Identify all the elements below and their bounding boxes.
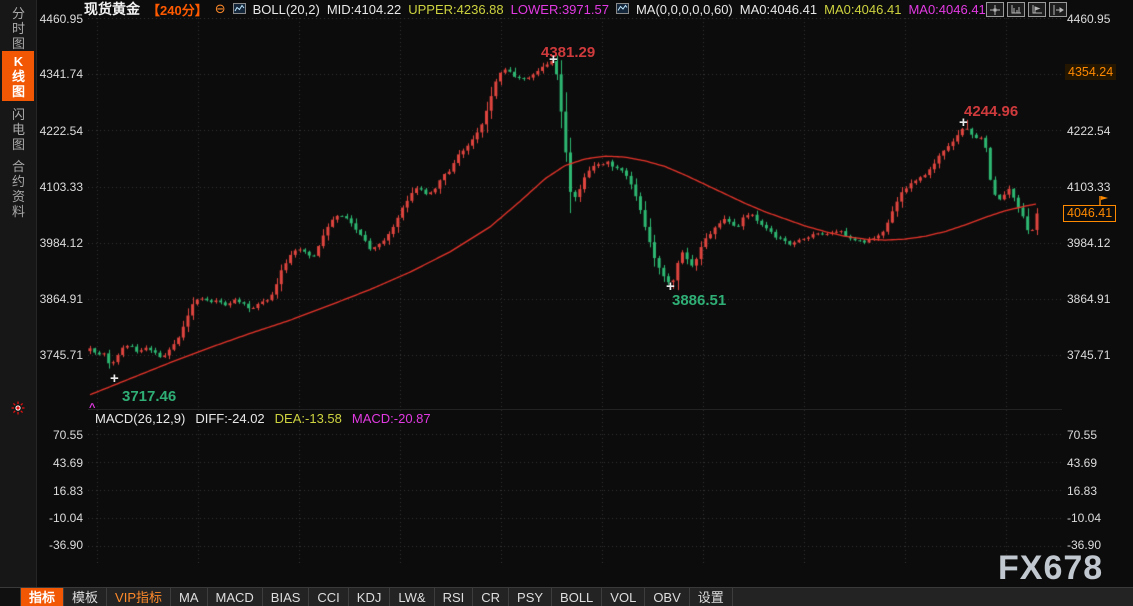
y-tick-macd-left: -10.04 — [36, 511, 83, 525]
y-tick-left: 3745.71 — [36, 348, 83, 362]
trough-cross-marker-icon: + — [666, 278, 675, 295]
tab-ma[interactable]: MA — [171, 588, 208, 606]
ma-legend-icon[interactable] — [616, 2, 629, 17]
peak-cross-marker-icon: + — [549, 51, 558, 68]
ma3-value: MA0:4046.41 — [908, 2, 985, 17]
tab-cci[interactable]: CCI — [309, 588, 348, 606]
y-tick-macd-right: -10.04 — [1067, 511, 1129, 525]
y-tick-left: 3864.91 — [36, 292, 83, 306]
pan-crosshair-icon[interactable] — [986, 2, 1004, 17]
macd-macd-value: MACD:-20.87 — [352, 411, 431, 426]
indicator-header-bar: 现货黄金 【240分】 ⊖ BOLL(20,2) MID:4104.22 UPP… — [84, 1, 986, 17]
tab-psy[interactable]: PSY — [509, 588, 552, 606]
chart-application: 分时图 K线图 闪电图 合约资料 现货黄金 【240分】 ⊖ BOLL(20,2… — [0, 0, 1133, 606]
boll-lower-value: LOWER:3971.57 — [511, 2, 609, 17]
macd-name: MACD(26,12,9) — [95, 411, 185, 426]
y-tick-left: 4460.95 — [36, 12, 83, 26]
tab-vol[interactable]: VOL — [602, 588, 645, 606]
macd-diff-value: DIFF:-24.02 — [195, 411, 264, 426]
y-tick-right: 3864.91 — [1067, 292, 1129, 306]
ma-label: MA(0,0,0,0,0,60) — [636, 2, 733, 17]
boll-legend-icon[interactable] — [233, 2, 246, 17]
y-tick-left: 4222.54 — [36, 124, 83, 138]
collapse-minus-icon[interactable]: ⊖ — [215, 1, 226, 17]
tab-bias[interactable]: BIAS — [263, 588, 310, 606]
sidebar-item-lightning-chart[interactable]: 闪电图 — [10, 107, 27, 152]
tab-boll[interactable]: BOLL — [552, 588, 602, 606]
tab-kdj[interactable]: KDJ — [349, 588, 391, 606]
marked-price-label: 4354.24 — [1065, 64, 1116, 80]
y-tick-macd-right: 43.69 — [1067, 456, 1129, 470]
tab-macd[interactable]: MACD — [208, 588, 263, 606]
toolbar-stub — [0, 588, 21, 606]
tab-indicator[interactable]: 指标 — [21, 588, 64, 606]
macd-indicator-label: MACD(26,12,9) DIFF:-24.02 DEA:-13.58 MAC… — [95, 411, 431, 426]
tab-rsi[interactable]: RSI — [435, 588, 474, 606]
sidebar-item-kline-chart[interactable]: K线图 — [10, 54, 27, 99]
y-tick-macd-left: 70.55 — [36, 428, 83, 442]
tab-lwr[interactable]: LW& — [390, 588, 434, 606]
alert-burst-icon[interactable] — [11, 401, 25, 420]
y-tick-macd-right: 70.55 — [1067, 428, 1129, 442]
pan-right-exit-icon[interactable] — [1049, 2, 1067, 17]
y-tick-macd-left: -36.90 — [36, 538, 83, 552]
annotation-trough-price: 3886.51 — [672, 292, 726, 309]
y-tick-macd-left: 16.83 — [36, 484, 83, 498]
tab-template[interactable]: 模板 — [64, 588, 107, 606]
start-low-cross-marker-icon: + — [110, 370, 119, 387]
boll-mid-value: MID:4104.22 — [327, 2, 401, 17]
annotation-start-low: 3717.46 — [122, 388, 176, 405]
boll-label: BOLL(20,2) — [253, 2, 320, 17]
ma1-value: MA0:4046.41 — [740, 2, 817, 17]
ma2-value: MA0:4046.41 — [824, 2, 901, 17]
sidebar-item-timeshare-chart[interactable]: 分时图 — [10, 6, 27, 51]
zoom-axis-right-icon[interactable] — [1028, 2, 1046, 17]
boll-upper-value: UPPER:4236.88 — [408, 2, 503, 17]
tab-vip-indicator[interactable]: VIP指标 — [107, 588, 171, 606]
y-tick-left: 4341.74 — [36, 67, 83, 81]
y-tick-macd-left: 43.69 — [36, 456, 83, 470]
symbol-name: 现货黄金 — [84, 0, 140, 19]
y-tick-left: 3984.12 — [36, 236, 83, 250]
sidebar-item-contract-info[interactable]: 合约资料 — [10, 159, 27, 219]
zoom-axis-left-icon[interactable] — [1007, 2, 1025, 17]
secondary-peak-cross-marker-icon: + — [959, 114, 968, 131]
x-axis-row: 240分 ▲ 09/25 10/13 10/22 10/31 11/10 202… — [0, 563, 1133, 587]
y-tick-right: 3984.12 — [1067, 236, 1129, 250]
tab-obv[interactable]: OBV — [645, 588, 689, 606]
chart-tools — [986, 2, 1067, 17]
y-tick-right: 4103.33 — [1067, 180, 1129, 194]
macd-dea-value: DEA:-13.58 — [275, 411, 342, 426]
y-tick-right: 4222.54 — [1067, 124, 1129, 138]
pane-divider — [88, 409, 1062, 410]
y-tick-right: 3745.71 — [1067, 348, 1129, 362]
tab-settings[interactable]: 设置 — [690, 588, 733, 606]
left-sidebar: 分时图 K线图 闪电图 合约资料 — [0, 0, 37, 587]
indicator-toolbar: 指标 模板 VIP指标 MA MACD BIAS CCI KDJ LW& RSI… — [0, 587, 1133, 606]
candlestick-chart-canvas[interactable] — [88, 18, 1062, 563]
period-label: 【240分】 — [147, 0, 208, 19]
y-tick-macd-right: 16.83 — [1067, 484, 1129, 498]
site-watermark: FX678 — [998, 549, 1103, 588]
y-tick-left: 4103.33 — [36, 180, 83, 194]
annotation-secondary-peak: 4244.96 — [964, 103, 1018, 120]
tab-cr[interactable]: CR — [473, 588, 509, 606]
y-tick-right: 4460.95 — [1067, 12, 1129, 26]
price-flag-icon[interactable] — [1098, 193, 1110, 211]
